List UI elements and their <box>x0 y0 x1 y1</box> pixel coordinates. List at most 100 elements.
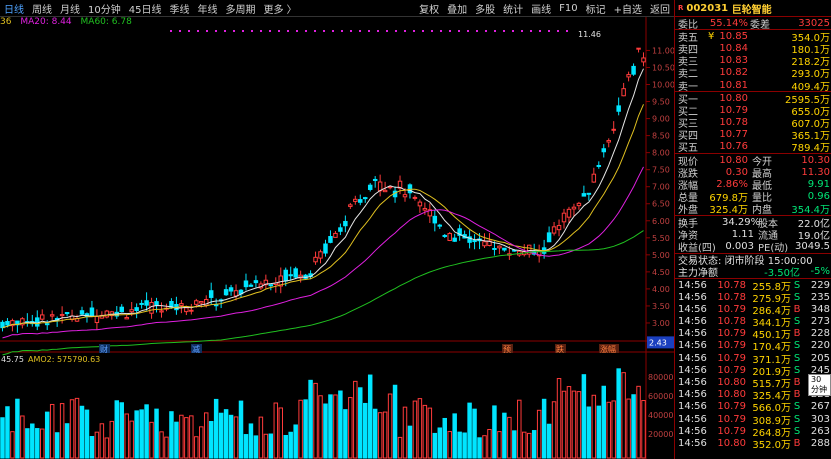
volume-bar <box>228 414 234 459</box>
candle-body <box>556 225 562 231</box>
volume-bar <box>621 372 626 459</box>
period-tab-8[interactable]: 更多 〉 <box>259 1 300 16</box>
marker-label: 跌 <box>556 344 564 354</box>
period-tab-3[interactable]: 10分钟 <box>84 1 125 16</box>
tick-side: B <box>793 303 801 315</box>
candle-body <box>606 140 611 143</box>
price-axis-label: 9.00 <box>652 115 670 124</box>
candle-body <box>139 302 144 305</box>
amo2-legend: AMO2: 575790.63 <box>28 355 100 364</box>
price-axis-label: 4.50 <box>652 268 670 277</box>
event-dot <box>341 30 343 32</box>
candle-body <box>44 323 50 326</box>
ma20-line <box>2 166 644 339</box>
volume-legend: 45.75 <box>1 355 24 364</box>
candle-body <box>39 314 45 320</box>
event-dot <box>449 30 451 32</box>
candle-body <box>89 307 95 317</box>
candle-body <box>228 287 234 292</box>
marker-label: 减 <box>192 344 200 354</box>
toolbar-button-8[interactable]: 返回 <box>646 1 674 16</box>
volume-bar <box>213 398 219 459</box>
period-tab-2[interactable]: 月线 <box>56 1 84 16</box>
kline-chart[interactable]: 11.00 10.50 10.00 9.50 9.00 8.50 8.00 7.50 7.00 6… <box>0 0 674 459</box>
tick-time: 14:56 <box>678 413 707 425</box>
ma60-value: MA60: 6.78 <box>80 17 132 27</box>
candle-body <box>636 47 641 50</box>
volume-bar <box>39 428 45 459</box>
bid-price: 10.77 <box>719 129 748 141</box>
tick-side: S <box>793 340 801 352</box>
volume-bar <box>74 397 80 459</box>
event-dot <box>215 30 217 32</box>
candle-body <box>432 215 438 224</box>
volume-bar <box>497 431 502 459</box>
volume-bar <box>457 431 462 459</box>
tick-price: 10.79 <box>717 352 746 364</box>
volume-bar <box>293 424 298 459</box>
tick-side: S <box>793 352 801 364</box>
candle-body <box>576 202 582 207</box>
event-dot <box>467 30 469 32</box>
tick-list[interactable]: 14:56 10.78 255.8万 S 229 14:56 10.78 275.9万 S 235… <box>675 277 831 451</box>
candle-body <box>353 198 358 202</box>
period-tab-7[interactable]: 多周期 <box>221 1 259 16</box>
candle-body <box>362 197 368 200</box>
tick-side: S <box>793 401 801 413</box>
toolbar-button-7[interactable]: +自选 <box>610 1 646 16</box>
candle-body <box>551 226 557 234</box>
volume-bar <box>318 395 323 459</box>
toolbar-button-4[interactable]: 画线 <box>527 1 555 16</box>
volume-bar <box>442 417 447 459</box>
price-axis-label: 7.00 <box>652 183 670 192</box>
event-dot <box>395 30 397 32</box>
volume-bar <box>536 409 542 459</box>
toolbar-button-2[interactable]: 多股 <box>471 1 499 16</box>
toolbar-button-1[interactable]: 叠加 <box>443 1 471 16</box>
candle-body <box>194 300 199 305</box>
tick-time: 14:56 <box>678 291 707 303</box>
volume-bar <box>323 403 328 459</box>
candle-body <box>571 206 577 210</box>
price-axis-label: 8.00 <box>652 149 670 158</box>
volume-bar <box>343 409 348 459</box>
stat-row: 外盘 325.4万 内盘 354.4万 <box>675 203 831 216</box>
period-tab-5[interactable]: 季线 <box>165 1 193 16</box>
toolbar-button-0[interactable]: 复权 <box>415 1 443 16</box>
toolbar-button-3[interactable]: 统计 <box>499 1 527 16</box>
event-dot <box>287 30 289 32</box>
candle-body <box>447 233 452 241</box>
volume-bar <box>522 431 527 459</box>
volume-bar <box>606 401 611 459</box>
candle-body <box>154 301 159 306</box>
volume-bar <box>134 410 139 459</box>
marker-label: 财 <box>100 344 108 354</box>
marker-label: 涨幅 <box>600 344 616 354</box>
bid-row: 买五 10.76 789.4万 <box>675 141 831 154</box>
tick-time: 14:56 <box>678 389 707 401</box>
toolbar-button-5[interactable]: F10 <box>555 3 581 14</box>
volume-bar <box>0 417 5 459</box>
period-tab-1[interactable]: 周线 <box>28 1 56 16</box>
volume-bar <box>502 412 507 459</box>
period-tab-4[interactable]: 45日线 <box>125 1 166 16</box>
period-tooltip: 30分钟 <box>808 374 831 396</box>
candle-body <box>343 220 348 227</box>
volume-bar <box>253 435 259 459</box>
stat-value: 11.30 <box>801 166 830 178</box>
price-axis-label: 3.00 <box>652 319 670 328</box>
volume-bar <box>382 411 388 459</box>
volume-bar <box>308 379 313 459</box>
candle-body <box>288 274 293 277</box>
tick-price: 10.79 <box>717 328 746 340</box>
volume-bar <box>10 431 15 459</box>
event-dot <box>476 30 478 32</box>
volume-bar <box>462 432 467 459</box>
period-tab-0[interactable]: 日线 <box>0 1 28 16</box>
event-dot <box>512 30 514 32</box>
volume-bar <box>616 368 621 459</box>
toolbar-button-6[interactable]: 标记 <box>582 1 610 16</box>
tick-row[interactable]: 14:56 10.80 352.0万 B 288 <box>675 437 831 451</box>
period-tab-6[interactable]: 年线 <box>193 1 221 16</box>
tick-count: 205 <box>810 352 830 364</box>
